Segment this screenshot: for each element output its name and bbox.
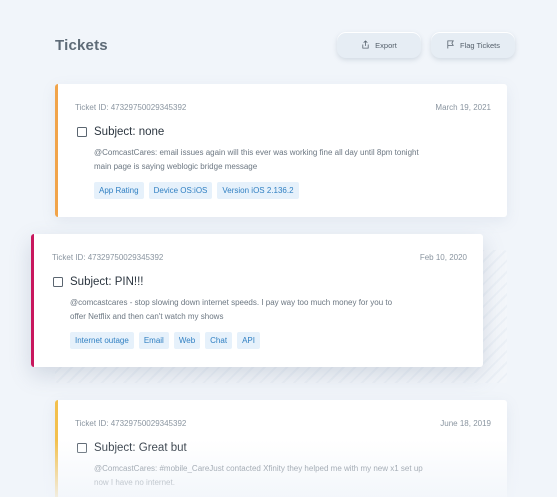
export-button[interactable]: Export bbox=[337, 32, 421, 58]
ticket-checkbox[interactable] bbox=[53, 277, 63, 287]
ticket-body-line: @ComcastCares: email issues again will t… bbox=[94, 148, 419, 157]
ticket-accent-bar bbox=[55, 84, 58, 217]
ticket-body: @ComcastCares: email issues again will t… bbox=[94, 146, 494, 174]
tag-version[interactable]: Version iOS 2.136.2 bbox=[217, 182, 299, 199]
ticket-card[interactable]: Ticket ID: 47329750029345392 March 19, 2… bbox=[55, 84, 507, 217]
flag-tickets-label: Flag Tickets bbox=[459, 40, 500, 50]
flag-tickets-button[interactable]: Flag Tickets bbox=[431, 32, 515, 58]
ticket-id: Ticket ID: 47329750029345392 bbox=[52, 253, 164, 262]
tag-device-os[interactable]: Device OS:iOS bbox=[148, 182, 213, 199]
page-title: Tickets bbox=[55, 37, 108, 54]
ticket-card-dragging[interactable]: Ticket ID: 47329750029345392 Feb 10, 202… bbox=[31, 234, 483, 367]
ticket-body: @comcastcares - stop slowing down intern… bbox=[70, 296, 470, 324]
ticket-checkbox[interactable] bbox=[77, 127, 87, 137]
tag-app-rating[interactable]: App Rating bbox=[94, 182, 144, 199]
ticket-body-line: @ComcastCares: #mobile_CareJust contacte… bbox=[94, 464, 423, 473]
tag-internet-outage[interactable]: Internet outage bbox=[70, 332, 134, 349]
ticket-body-line: main page is saying weblogic bridge mess… bbox=[94, 162, 258, 171]
export-label: Export bbox=[375, 40, 397, 50]
ticket-body-line: now I have no internet. bbox=[94, 478, 175, 487]
ticket-body: @ComcastCares: #mobile_CareJust contacte… bbox=[94, 462, 494, 490]
ticket-card[interactable]: Ticket ID: 47329750029345392 June 18, 20… bbox=[55, 400, 507, 497]
ticket-date: June 18, 2019 bbox=[440, 419, 491, 428]
ticket-subject: Subject: Great but bbox=[94, 442, 187, 454]
ticket-date: Feb 10, 2020 bbox=[419, 253, 467, 262]
export-icon bbox=[361, 39, 370, 51]
tag-web[interactable]: Web bbox=[173, 332, 201, 349]
ticket-accent-bar bbox=[55, 400, 58, 497]
tag-api[interactable]: API bbox=[237, 332, 260, 349]
ticket-subject: Subject: none bbox=[94, 126, 165, 138]
tag-chat[interactable]: Chat bbox=[205, 332, 233, 349]
ticket-body-line: offer Netflix and then can't watch my sh… bbox=[70, 312, 224, 321]
ticket-accent-bar bbox=[31, 234, 34, 367]
ticket-id: Ticket ID: 47329750029345392 bbox=[75, 103, 187, 112]
tag-email[interactable]: Email bbox=[138, 332, 169, 349]
ticket-date: March 19, 2021 bbox=[435, 103, 491, 112]
ticket-tags: App Rating Device OS:iOS Version iOS 2.1… bbox=[94, 182, 299, 199]
ticket-subject: Subject: PIN!!! bbox=[70, 276, 144, 288]
ticket-tags: Internet outage Email Web Chat API bbox=[70, 332, 260, 349]
ticket-checkbox[interactable] bbox=[77, 443, 87, 453]
ticket-id: Ticket ID: 47329750029345392 bbox=[75, 419, 187, 428]
ticket-body-line: @comcastcares - stop slowing down intern… bbox=[70, 298, 393, 307]
flag-icon bbox=[446, 39, 455, 51]
